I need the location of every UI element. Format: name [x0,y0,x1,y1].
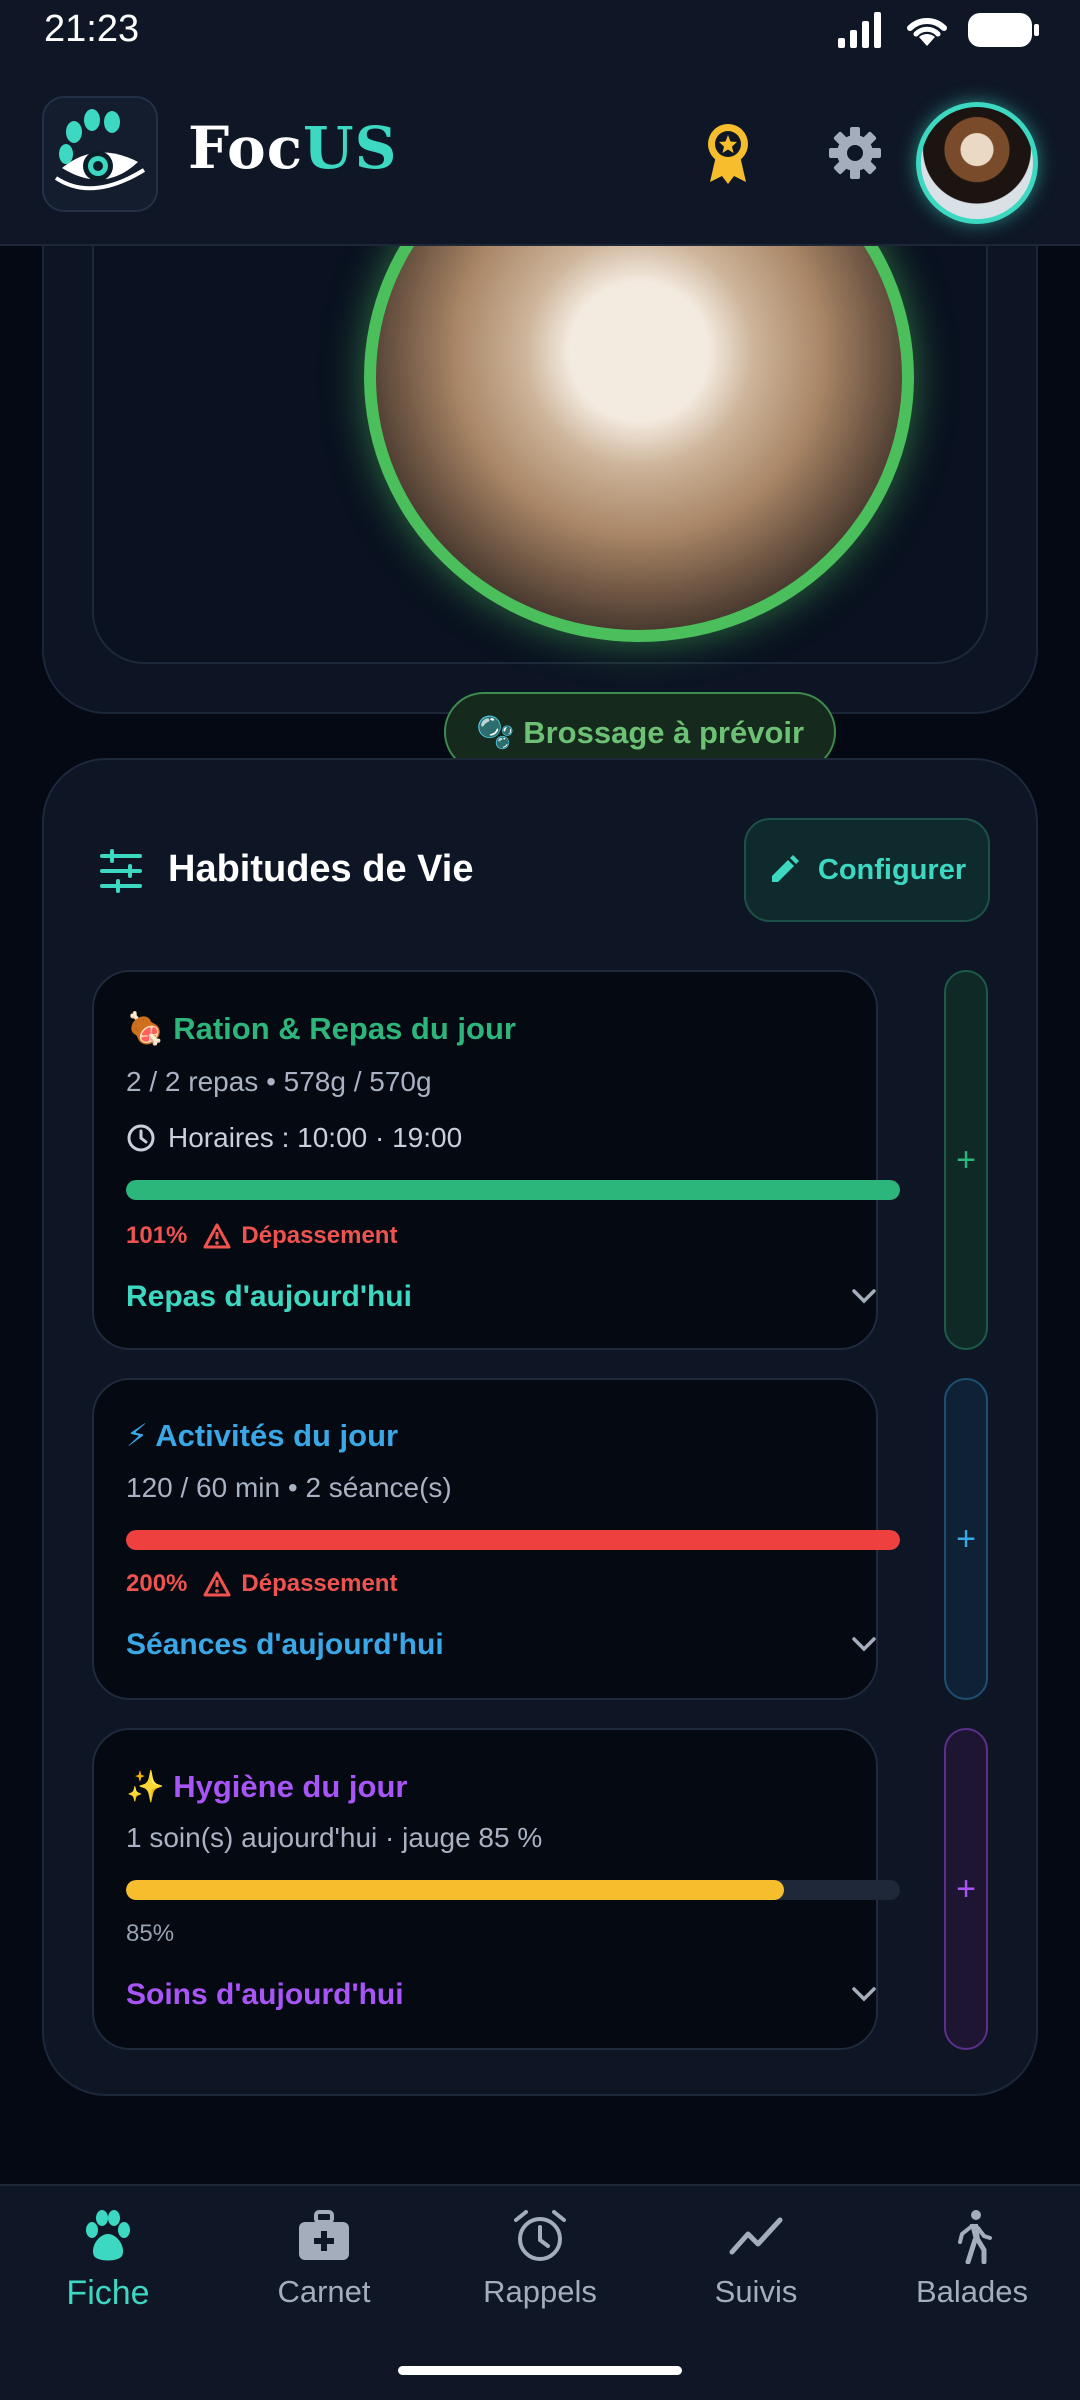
walking-person-icon [958,2210,992,2264]
alarm-clock-icon [514,2210,566,2261]
activities-progress-bar [126,1530,900,1550]
activities-card[interactable]: ⚡ Activités du jour 120 / 60 min • 2 séa… [92,1378,900,1700]
activities-percent: 200% [126,1570,188,1597]
warning-icon [203,1223,231,1249]
nav-label: Carnet [277,2274,371,2309]
configure-button[interactable]: Configurer [744,818,990,922]
award-icon [708,124,748,184]
app-brand: FocUS [188,114,397,182]
configure-label: Configurer [817,853,967,886]
plus-icon: + [956,1140,976,1179]
status-icons [838,12,1040,48]
battery-icon [968,13,1039,47]
paw-eye-logo-icon [54,109,146,191]
brand-part-1: Foc [188,114,304,182]
brand-part-2: US [303,114,398,182]
home-indicator[interactable] [398,2366,682,2375]
hygiene-today-link[interactable]: Soins d'aujourd'hui [126,1978,404,2012]
meals-progress-fill [126,1180,900,1200]
nav-label: Fiche [66,2274,150,2312]
plus-icon: + [956,1519,976,1558]
chevron-down-icon[interactable] [850,1984,878,2009]
nav-suivis[interactable]: Suivis [656,2208,856,2310]
achievements-button[interactable] [693,118,763,188]
meals-summary: 2 / 2 repas • 578g / 570g [126,1066,432,1097]
nav-carnet[interactable]: Carnet [224,2208,424,2310]
nav-balades[interactable]: Balades [872,2208,1072,2310]
app-logo[interactable] [42,96,158,212]
hygiene-percent: 85% [126,1920,175,1947]
hygiene-progress-bar [126,1880,900,1900]
habits-title: Habitudes de Vie [168,848,474,890]
meals-card[interactable]: 🍖 Ration & Repas du jour 2 / 2 repas • 5… [92,970,900,1350]
meals-today-link[interactable]: Repas d'aujourd'hui [126,1280,412,1314]
activities-warning-text: Dépassement [241,1570,398,1597]
activities-title: ⚡ Activités du jour [126,1418,399,1453]
app-header: FocUS [0,62,1080,246]
edit-icon [771,855,799,882]
meals-warning-text: Dépassement [241,1222,398,1249]
habits-section: Habitudes de Vie Configurer 🍖 Ration & R… [42,758,1038,2096]
wifi-icon [907,17,947,46]
meals-percent: 101% [126,1222,188,1249]
chevron-down-icon[interactable] [850,1634,878,1659]
add-meal-button[interactable]: + [944,970,988,1350]
add-activity-button[interactable]: + [944,1378,988,1700]
tune-icon [98,848,144,899]
nav-fiche[interactable]: Fiche [8,2208,208,2313]
activities-today-link[interactable]: Séances d'aujourd'hui [126,1628,444,1662]
status-bar: 21:23 [0,0,1080,62]
meals-progress-bar [126,1180,900,1200]
nav-rappels[interactable]: Rappels [440,2208,640,2310]
meals-warning: 101% Dépassement [126,1222,397,1250]
grooming-badge-label: 🫧 Brossage à prévoir [476,714,805,750]
hygiene-progress-fill [126,1880,784,1900]
chevron-down-icon[interactable] [850,1286,878,1311]
gear-icon [829,127,881,179]
meals-hours: Horaires : 10:00 · 19:00 [126,1122,462,1154]
activities-progress-fill [126,1530,900,1550]
hygiene-summary: 1 soin(s) aujourd'hui · jauge 85 % [126,1822,543,1853]
medical-kit-icon [299,2210,349,2260]
nav-label: Rappels [483,2274,597,2309]
pet-avatar[interactable] [916,102,1038,224]
meals-title: 🍖 Ration & Repas du jour [126,1011,516,1046]
hygiene-card[interactable]: ✨ Hygiène du jour 1 soin(s) aujourd'hui … [92,1728,900,2050]
status-time: 21:23 [44,8,140,50]
activities-warning: 200% Dépassement [126,1570,397,1598]
plus-icon: + [956,1869,976,1908]
signal-icon [838,12,881,48]
warning-icon [203,1571,231,1597]
hygiene-title: ✨ Hygiène du jour [126,1769,408,1804]
trending-up-icon [729,2217,783,2255]
meals-hours-text: Horaires : 10:00 · 19:00 [168,1122,463,1153]
nav-label: Balades [915,2274,1029,2309]
add-hygiene-button[interactable]: + [944,1728,988,2050]
nav-label: Suivis [714,2274,798,2309]
activities-summary: 120 / 60 min • 2 séance(s) [126,1472,452,1503]
paw-icon [86,2210,130,2261]
clock-icon [127,1124,155,1152]
settings-button[interactable] [820,118,890,188]
